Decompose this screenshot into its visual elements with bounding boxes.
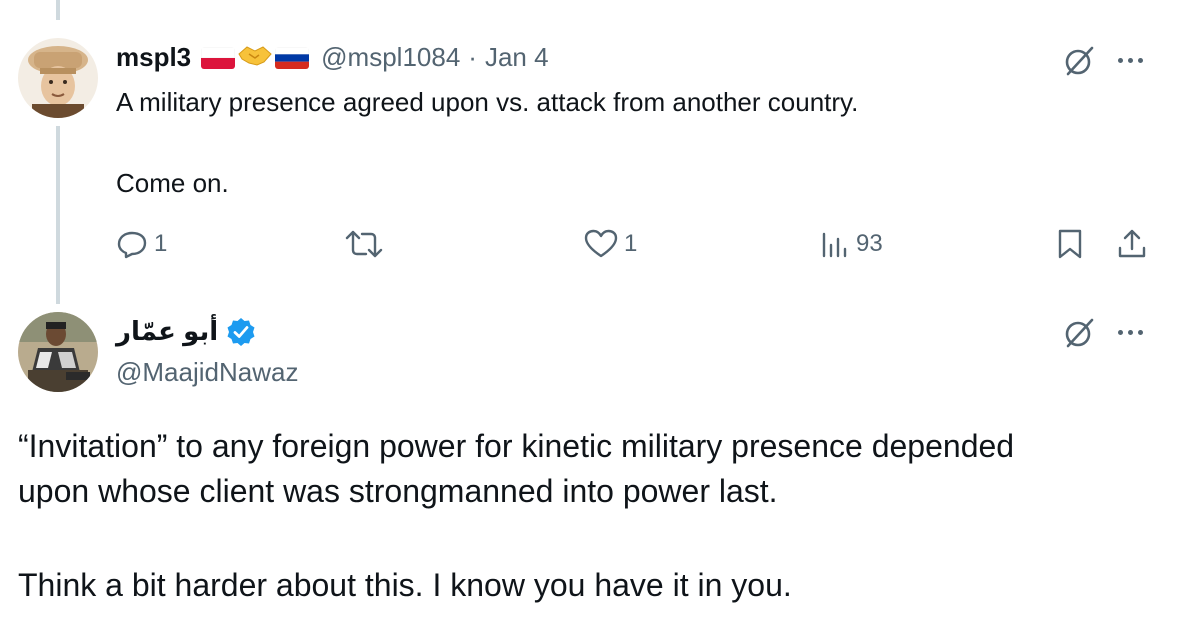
tweet-text-line: Think a bit harder about this. I know yo… xyxy=(18,567,792,603)
more-options-icon[interactable] xyxy=(1118,330,1143,335)
heart-icon xyxy=(584,229,618,258)
thread-line xyxy=(56,126,60,304)
share-icon xyxy=(1118,229,1146,258)
tweet2-header: أبو عمّار xyxy=(116,316,256,347)
avatar-mspl3[interactable] xyxy=(18,38,98,118)
share-button[interactable] xyxy=(1116,228,1148,260)
verified-badge-icon xyxy=(227,317,255,346)
poland-flag-icon xyxy=(201,46,236,69)
tweet-date[interactable]: Jan 4 xyxy=(485,42,549,73)
bookmark-icon xyxy=(1058,229,1082,259)
retweet-icon xyxy=(345,230,383,258)
tweet1-header: mspl3 @mspl1084 · Jan 4 xyxy=(116,42,549,73)
author-name[interactable]: mspl3 xyxy=(116,42,191,73)
avatar-maajidnawaz[interactable] xyxy=(18,312,98,392)
reply-icon xyxy=(117,231,147,259)
grok-icon[interactable] xyxy=(1062,316,1096,355)
like-count: 1 xyxy=(624,230,638,257)
reply-button[interactable]: 1 xyxy=(116,228,167,260)
grok-icon[interactable] xyxy=(1062,44,1096,83)
tweet1-body: A military presence agreed upon vs. atta… xyxy=(116,86,1056,200)
tweet-text-line: A military presence agreed upon vs. atta… xyxy=(116,87,859,117)
author-name[interactable]: أبو عمّار xyxy=(116,316,218,347)
name-emojis xyxy=(201,42,310,73)
bookmark-button[interactable] xyxy=(1056,228,1084,260)
avatar-image xyxy=(18,312,98,392)
tweet2-body: “Invitation” to any foreign power for ki… xyxy=(18,424,1158,608)
more-options-icon[interactable] xyxy=(1118,58,1143,63)
handshake-icon xyxy=(237,42,273,73)
retweet-button[interactable] xyxy=(344,228,390,260)
avatar-image xyxy=(18,38,98,118)
thread-line-top xyxy=(56,0,60,20)
views-icon xyxy=(822,232,847,258)
views-count: 93 xyxy=(856,230,883,257)
russia-flag-icon xyxy=(275,46,310,69)
tweet-text-line: “Invitation” to any foreign power for ki… xyxy=(18,428,1015,464)
author-handle[interactable]: @MaajidNawaz xyxy=(116,357,298,388)
tweet-text-line: upon whose client was strongmanned into … xyxy=(18,473,778,509)
like-button[interactable]: 1 xyxy=(584,228,637,260)
tweet1-action-bar: 1 1 93 xyxy=(116,228,1152,268)
tweet-text-line: Come on. xyxy=(116,168,229,198)
reply-count: 1 xyxy=(154,230,168,257)
dot-separator: · xyxy=(468,42,477,72)
author-handle[interactable]: @mspl1084 xyxy=(321,42,460,73)
views-button[interactable]: 93 xyxy=(820,228,883,260)
